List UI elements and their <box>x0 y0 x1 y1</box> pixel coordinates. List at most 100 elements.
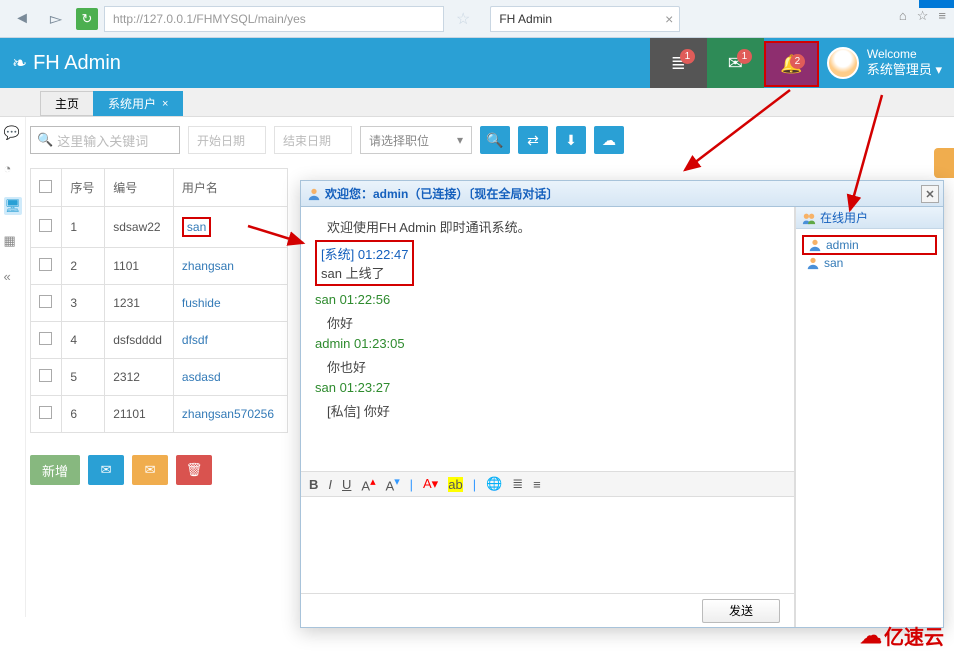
bold-button[interactable]: B <box>309 477 318 492</box>
checkbox-all[interactable] <box>39 180 52 193</box>
checkbox[interactable] <box>39 406 52 419</box>
th-no: 序号 <box>62 169 105 207</box>
send-button[interactable]: 发送 <box>702 599 780 623</box>
chat-messages: 欢迎使用FH Admin 即时通讯系统。 [系统] 01:22:47san 上线… <box>301 207 794 471</box>
hdr-tasks-button[interactable]: ≣1 <box>650 38 707 88</box>
chat-toolbar: B I U A▴ A▾ | A▾ ab | 🌐 ≣ ≡ <box>301 471 794 497</box>
list-ol-button[interactable]: ≣ <box>512 476 523 492</box>
badge: 2 <box>790 54 805 69</box>
msg-sender: san 01:22:56 <box>315 292 780 307</box>
table-row[interactable]: 31231fushide <box>31 285 288 322</box>
refresh-icon[interactable]: ↻ <box>76 8 98 30</box>
close-icon[interactable]: × <box>665 11 673 27</box>
checkbox[interactable] <box>39 332 52 345</box>
favorite-icon[interactable]: ☆ <box>450 9 476 29</box>
watermark: ☁亿速云 <box>860 621 944 650</box>
avatar[interactable] <box>827 47 859 79</box>
msg-text: 你好 <box>315 313 780 332</box>
username-cell[interactable]: dfsdf <box>173 322 287 359</box>
tab-users[interactable]: 系统用户× <box>93 91 183 116</box>
dashboard-icon[interactable]: ◔ <box>4 161 22 179</box>
table-row[interactable]: 1sdsaw22san <box>31 207 288 248</box>
download-button[interactable]: ⬇ <box>556 126 586 154</box>
chat-close-button[interactable]: ✕ <box>921 185 939 203</box>
app-logo: ❧ FH Admin <box>12 52 121 75</box>
chat-icon[interactable]: 💬 <box>4 125 22 143</box>
username-cell[interactable]: zhangsan570256 <box>173 396 287 433</box>
mail-button[interactable]: ✉ <box>88 455 124 485</box>
close-icon[interactable]: × <box>162 98 168 110</box>
checkbox[interactable] <box>39 219 52 232</box>
table-row[interactable]: 4dsfsdddddfsdf <box>31 322 288 359</box>
grid-icon[interactable]: ▦ <box>4 233 22 251</box>
forward-button[interactable]: ▻ <box>42 5 70 33</box>
username-cell[interactable]: san <box>173 207 287 248</box>
mail2-button[interactable]: ✉ <box>132 455 168 485</box>
th-code: 编号 <box>105 169 174 207</box>
app-header: ❧ FH Admin ≣1 ✉1 🔔2 Welcome 系统管理员 ▾ <box>0 38 954 88</box>
cloud-button[interactable]: ☁ <box>594 126 624 154</box>
username-cell[interactable]: asdasd <box>173 359 287 396</box>
app-title: FH Admin <box>33 52 121 75</box>
font-bigger-button[interactable]: A▴ <box>361 475 375 493</box>
hdr-bell-button[interactable]: 🔔2 <box>764 41 819 87</box>
chat-welcome: 欢迎使用FH Admin 即时通讯系统。 <box>315 217 780 236</box>
start-date[interactable]: 开始日期 <box>188 126 266 154</box>
username-cell[interactable]: fushide <box>173 285 287 322</box>
sidebar: 💬 ◔ 🖥 ▦ « <box>0 117 26 617</box>
browser-chrome: ◄ ▻ ↻ ☆ FH Admin × ⌂ ☆ ≡ <box>0 0 954 38</box>
page-tabs: 主页 系统用户× <box>0 88 954 117</box>
back-button[interactable]: ◄ <box>8 5 36 33</box>
tab-home[interactable]: 主页 <box>40 91 94 116</box>
font-smaller-button[interactable]: A▾ <box>386 475 400 493</box>
menu-icon[interactable]: ≡ <box>938 8 946 24</box>
globe-icon[interactable]: 🌐 <box>486 476 502 492</box>
address-bar[interactable] <box>104 6 444 32</box>
list-ul-button[interactable]: ≡ <box>533 477 541 492</box>
checkbox[interactable] <box>39 369 52 382</box>
end-date[interactable]: 结束日期 <box>274 126 352 154</box>
sys-msg: san 上线了 <box>321 266 385 281</box>
job-select[interactable]: 请选择职位 <box>360 126 472 154</box>
font-color-button[interactable]: A▾ <box>423 476 438 492</box>
table-row[interactable]: 621101zhangsan570256 <box>31 396 288 433</box>
chat-input[interactable] <box>301 497 794 593</box>
side-tab[interactable] <box>934 148 954 178</box>
online-panel: 在线用户 adminsan <box>795 207 943 627</box>
browser-tab[interactable]: FH Admin × <box>490 6 680 32</box>
highlight-button[interactable]: ab <box>448 477 462 492</box>
msg-text: 你也好 <box>315 357 780 376</box>
checkbox[interactable] <box>39 258 52 271</box>
welcome-label: Welcome <box>867 47 942 63</box>
welcome-block[interactable]: Welcome 系统管理员 ▾ <box>867 47 942 79</box>
online-user[interactable]: san <box>802 255 937 271</box>
table-row[interactable]: 52312asdasd <box>31 359 288 396</box>
online-user[interactable]: admin <box>802 235 937 255</box>
delete-button[interactable]: 🗑 <box>176 455 212 485</box>
badge: 1 <box>737 49 752 64</box>
italic-button[interactable]: I <box>328 477 332 492</box>
monitor-icon[interactable]: 🖥 <box>4 197 22 215</box>
search-input[interactable]: 🔍 这里输入关键词 <box>30 126 180 154</box>
table-row[interactable]: 21101zhangsan <box>31 248 288 285</box>
hdr-mail-button[interactable]: ✉1 <box>707 38 764 88</box>
star-icon[interactable]: ☆ <box>917 8 929 24</box>
checkbox[interactable] <box>39 295 52 308</box>
filter-row: 🔍 这里输入关键词 开始日期 结束日期 请选择职位 🔍 ⇄ ⬇ ☁ <box>30 126 940 154</box>
leaf-icon: ❧ <box>12 53 27 74</box>
badge: 1 <box>680 49 695 64</box>
role-label: 系统管理员 <box>867 62 932 77</box>
underline-button[interactable]: U <box>342 477 351 492</box>
user-icon <box>307 187 321 201</box>
chat-title-text: 欢迎您：admin（已连接）〔现在全局对话〕 <box>325 185 558 202</box>
collapse-icon[interactable]: « <box>4 269 22 287</box>
home-icon[interactable]: ⌂ <box>899 8 907 24</box>
browser-icons: ⌂ ☆ ≡ <box>899 8 946 24</box>
swap-button[interactable]: ⇄ <box>518 126 548 154</box>
chat-titlebar[interactable]: 欢迎您：admin（已连接）〔现在全局对话〕 ✕ <box>301 181 943 207</box>
username-cell[interactable]: zhangsan <box>173 248 287 285</box>
users-table: 序号 编号 用户名 1sdsaw22san21101zhangsan31231f… <box>30 168 288 433</box>
search-button[interactable]: 🔍 <box>480 126 510 154</box>
add-button[interactable]: 新增 <box>30 455 80 485</box>
tab-title: FH Admin <box>499 12 552 26</box>
